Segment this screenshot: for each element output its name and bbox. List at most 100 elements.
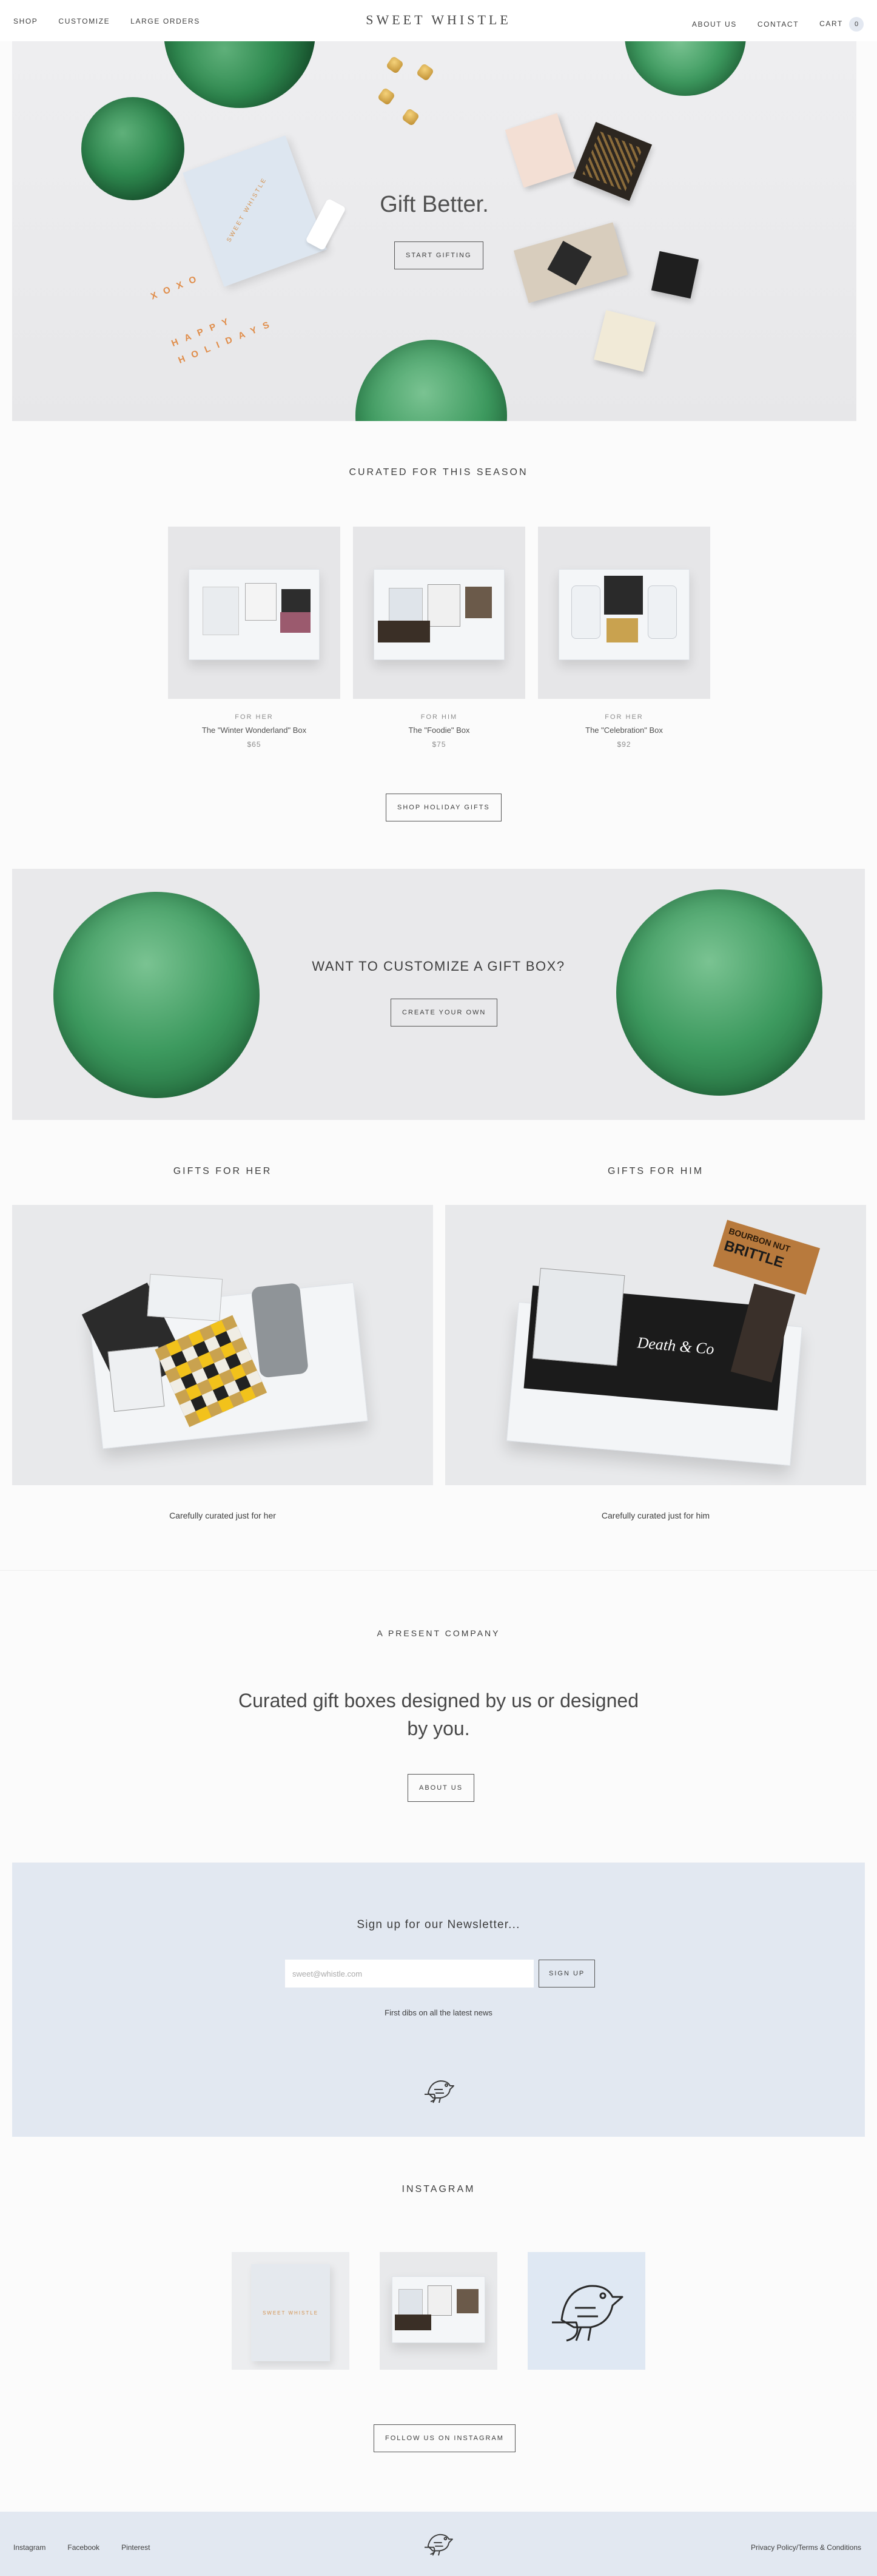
newsletter-email-input[interactable] [285,1960,534,1988]
product-card[interactable]: FOR HER The "Winter Wonderland" Box $65 [168,527,340,749]
candle-tin-image [651,251,699,299]
product-price: $92 [617,740,631,749]
instagram-post-tile[interactable] [528,2252,645,2370]
chocolate-bar-image [513,222,628,303]
box-item [604,576,643,615]
product-name[interactable]: The "Foodie" Box [353,726,525,735]
box-item [465,587,492,618]
chocolate-box-image [573,121,653,201]
bird-logo-icon [425,2080,454,2103]
bottle-item [250,1282,309,1378]
site-header: SHOP CUSTOMIZE LARGE ORDERS SWEET WHISTL… [0,0,877,41]
follow-instagram-button[interactable]: FOLLOW US ON INSTAGRAM [374,2424,516,2452]
brittle-box-item: BOURBON NUT BRITTLE [713,1219,821,1295]
customize-title: WANT TO CUSTOMIZE A GIFT BOX? [312,959,565,974]
chocolate-pattern [582,131,643,192]
gift-box-visual [189,569,320,660]
topiary-ball-image [164,41,315,108]
gift-box-image: SWEET WHISTLE [251,2264,330,2361]
gold-candy-image [401,107,420,127]
product-name[interactable]: The "Celebration" Box [538,726,710,735]
gold-candy-image [385,55,405,75]
chocolate-box-image [505,113,576,188]
gift-box-visual [374,569,505,660]
customize-banner: WANT TO CUSTOMIZE A GIFT BOX? CREATE YOU… [12,869,865,1120]
salt-box-item [107,1346,165,1412]
cart-link[interactable]: CART 0 [819,17,864,32]
box-item [457,2289,479,2313]
newsletter-title: Sign up for our Newsletter... [357,1918,520,1931]
gift-box-visual [392,2276,485,2343]
brittle-box-image [594,310,656,372]
gold-candy-image [377,87,396,106]
section-divider [0,1570,877,1571]
card-item [147,1273,223,1321]
chocolate-bar-label [547,240,592,286]
nav-about-link[interactable]: ABOUT US [692,20,737,29]
cart-label: CART [819,19,843,28]
gifts-for-him-image[interactable]: Death & Co BOURBON NUT BRITTLE [445,1205,866,1485]
jerky-item [730,1283,796,1383]
topiary-ball-image [53,892,260,1098]
nav-contact-link[interactable]: CONTACT [758,20,799,29]
footer-facebook-link[interactable]: Facebook [67,2543,99,2552]
product-name[interactable]: The "Winter Wonderland" Box [168,726,340,735]
product-category: FOR HER [605,713,643,721]
product-price: $65 [247,740,261,749]
box-item [378,621,430,642]
instagram-post-tile[interactable]: SWEET WHISTLE [232,2252,349,2370]
instagram-title: INSTAGRAM [402,2184,475,2194]
topiary-ball-image [81,97,184,200]
about-us-button[interactable]: ABOUT US [408,1774,475,1802]
product-category: FOR HER [235,713,274,721]
sign-up-button[interactable]: SIGN UP [539,1960,596,1988]
bird-logo-icon[interactable] [422,2530,454,2557]
nav-right: ABOUT US CONTACT CART 0 [692,17,864,32]
site-footer: Instagram Facebook Pinterest Privacy Pol… [0,2512,877,2576]
box-item [648,585,677,639]
box-item [245,583,277,621]
book-item [532,1267,625,1366]
gift-box-visual: Death & Co BOURBON NUT BRITTLE [506,1219,821,1466]
hero-banner: SWEET WHISTLE XOXO HAPPY HOLIDAYS Gift B… [12,41,856,421]
chocolate-bar-item [155,1315,267,1428]
death-and-co-text: Death & Co [636,1334,715,1358]
box-item [571,585,600,639]
shop-holiday-gifts-button[interactable]: SHOP HOLIDAY GIFTS [386,794,502,821]
create-your-own-button[interactable]: CREATE YOUR OWN [391,999,498,1027]
topiary-ball-image [616,889,822,1096]
box-item [607,618,638,642]
product-card[interactable]: FOR HIM The "Foodie" Box $75 [353,527,525,749]
footer-pinterest-link[interactable]: Pinterest [121,2543,150,2552]
newsletter-section: Sign up for our Newsletter... SIGN UP Fi… [12,1863,865,2137]
box-item [280,612,311,633]
instagram-post-tile[interactable] [380,2252,497,2370]
gifts-for-him-title[interactable]: GIFTS FOR HIM [445,1166,866,1177]
gifts-for-her-image[interactable] [12,1205,433,1485]
bird-logo-icon [552,2285,623,2342]
footer-instagram-link[interactable]: Instagram [13,2543,45,2552]
gifts-for-her-title[interactable]: GIFTS FOR HER [12,1166,433,1177]
topiary-ball-image [625,41,746,96]
box-item [203,587,239,635]
product-image[interactable] [353,527,525,699]
gift-box-label: SWEET WHISTLE [262,2310,319,2316]
gift-box-visual [81,1273,368,1449]
box-item [428,584,460,627]
curated-section-title: CURATED FOR THIS SEASON [349,467,528,477]
about-kicker: A PRESENT COMPANY [377,1628,500,1638]
xoxo-card-text: XOXO [149,271,205,302]
footer-social-links: Instagram Facebook Pinterest [13,2543,150,2552]
product-card[interactable]: FOR HER The "Celebration" Box $92 [538,527,710,749]
topiary-ball-image [355,340,507,421]
footer-legal-link[interactable]: Privacy Policy/Terms & Conditions [751,2543,861,2552]
hero-title: Gift Better. [380,192,489,217]
holidays-card-text: HAPPY HOLIDAYS [170,314,278,366]
box-item [395,2315,431,2330]
start-gifting-button[interactable]: START GIFTING [394,241,483,269]
gifts-for-her-caption: Carefully curated just for her [169,1511,276,1520]
newsletter-subtitle: First dibs on all the latest news [385,2008,492,2017]
product-image[interactable] [538,527,710,699]
product-image[interactable] [168,527,340,699]
gold-candy-image [415,62,435,82]
